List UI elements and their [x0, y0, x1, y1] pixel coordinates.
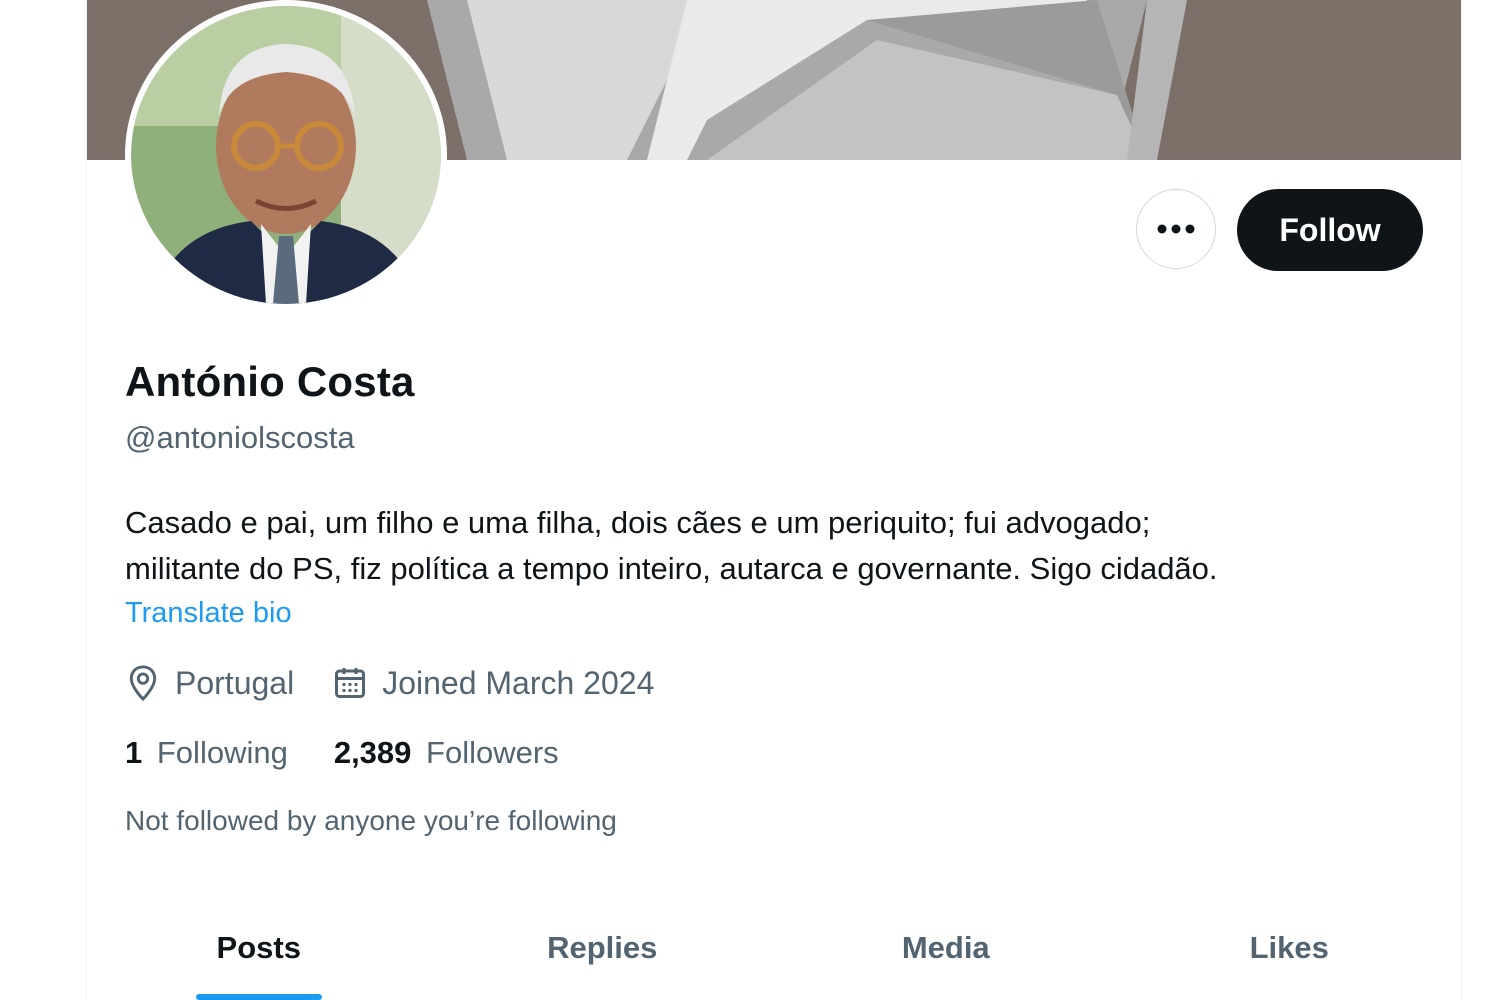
tab-label: Replies: [547, 930, 658, 965]
tab-media[interactable]: Media: [774, 900, 1118, 1000]
calendar-icon: [335, 668, 366, 698]
following-link[interactable]: 1 Following: [125, 735, 288, 771]
following-label: Following: [156, 735, 288, 770]
tab-posts[interactable]: Posts: [87, 900, 431, 1000]
tab-label: Likes: [1249, 930, 1329, 965]
tab-label: Posts: [216, 930, 301, 965]
joined-text: Joined March 2024: [382, 664, 655, 701]
profile-column: Follow António Costa @antoniolscosta Cas…: [86, 0, 1462, 1000]
avatar-photo: [131, 6, 441, 304]
bio-line: militante do PS, fiz política a tempo in…: [125, 551, 1218, 586]
more-options-button[interactable]: [1136, 189, 1216, 269]
profile-handle: @antoniolscosta: [125, 420, 355, 455]
followers-count: 2,389: [333, 735, 412, 770]
follow-button[interactable]: Follow: [1237, 189, 1423, 271]
profile-avatar[interactable]: [125, 0, 447, 310]
profile-meta: Portugal Joined March 2024: [125, 664, 692, 702]
bio-line: Casado e pai, um filho e uma filha, dois…: [125, 505, 1151, 540]
tab-replies[interactable]: Replies: [431, 900, 775, 1000]
tab-label: Media: [901, 930, 990, 965]
followers-link[interactable]: 2,389 Followers: [334, 735, 559, 771]
tab-likes[interactable]: Likes: [1118, 900, 1462, 1000]
following-count: 1: [125, 735, 143, 770]
translate-bio-link[interactable]: Translate bio: [125, 597, 292, 630]
profile-tabs: Posts Replies Media Likes: [87, 900, 1461, 1000]
followers-label: Followers: [426, 735, 559, 770]
location-text: Portugal: [175, 664, 295, 701]
joined-item: Joined March 2024: [332, 665, 654, 702]
active-tab-indicator: [195, 994, 322, 1000]
not-followed-notice: Not followed by anyone you’re following: [125, 805, 617, 836]
location-item: Portugal: [125, 664, 294, 702]
profile-name: António Costa: [125, 358, 415, 405]
follow-counts: 1 Following 2,389 Followers: [125, 735, 605, 771]
profile-bio: Casado e pai, um filho e uma filha, dois…: [125, 500, 1445, 592]
more-horizontal-icon: [1157, 224, 1195, 234]
location-pin-icon: [129, 665, 157, 702]
